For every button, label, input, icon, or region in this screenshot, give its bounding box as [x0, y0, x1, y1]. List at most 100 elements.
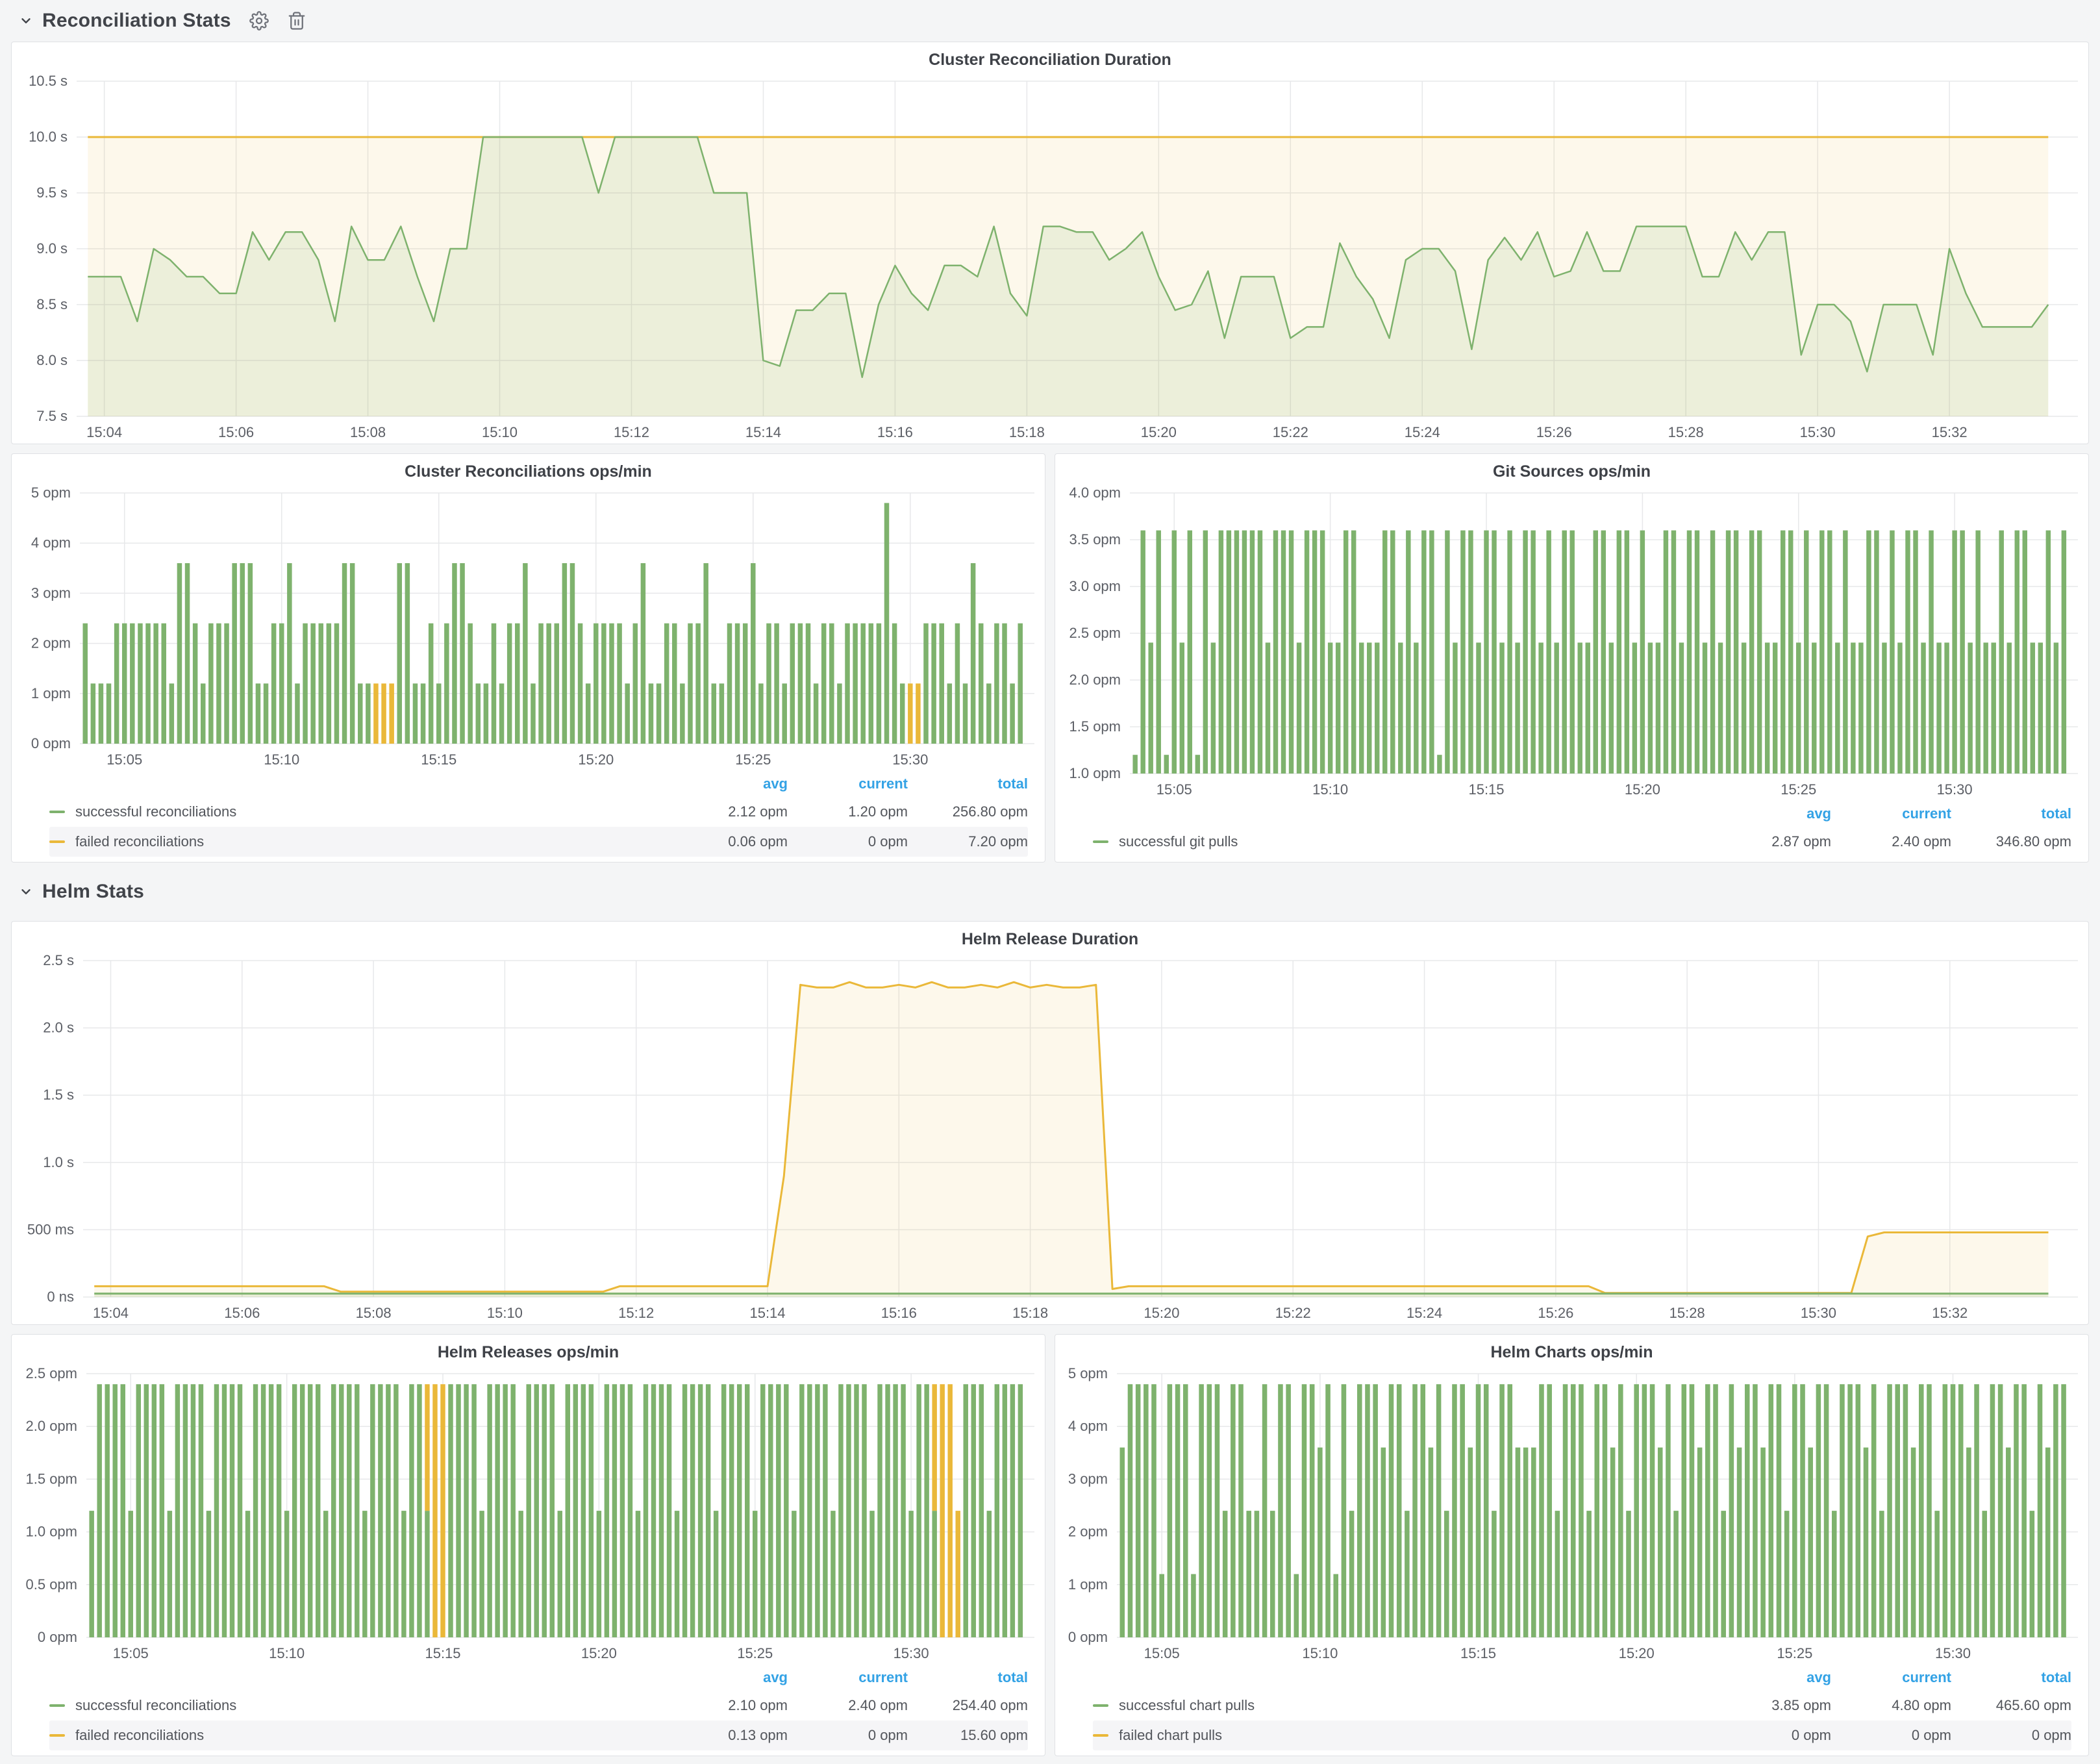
- x-axis-tick-label: 15:05: [106, 751, 142, 768]
- x-axis-tick-label: 15:32: [1932, 424, 1968, 440]
- legend-sort-total[interactable]: total: [908, 775, 1028, 792]
- legend-sort-current[interactable]: current: [788, 1669, 908, 1686]
- series-label[interactable]: failed reconciliations: [75, 833, 668, 850]
- gear-icon[interactable]: [249, 11, 269, 31]
- series-label[interactable]: successful reconciliations: [75, 1697, 668, 1714]
- series-label[interactable]: successful git pulls: [1119, 833, 1711, 850]
- cluster-reconciliations-chart[interactable]: 0 opm1 opm2 opm3 opm4 opm5 opm15:0515:10…: [12, 486, 1045, 771]
- legend-sort-current[interactable]: current: [788, 775, 908, 792]
- x-axis-tick-label: 15:12: [614, 424, 649, 440]
- x-axis-tick-label: 15:25: [1777, 1645, 1812, 1661]
- legend-row[interactable]: successful reconciliations2.10 opm2.40 o…: [49, 1691, 1028, 1720]
- legend-sort-total[interactable]: total: [908, 1669, 1028, 1686]
- trash-icon[interactable]: [287, 11, 306, 31]
- series-label[interactable]: successful chart pulls: [1119, 1697, 1711, 1714]
- x-axis-tick-label: 15:05: [1156, 781, 1192, 798]
- section-header-helm-stats[interactable]: Helm Stats: [11, 863, 2089, 921]
- x-axis-tick-label: 15:30: [892, 751, 928, 768]
- series-color-dash-icon: [1093, 1734, 1108, 1737]
- x-axis-tick-label: 15:04: [93, 1305, 129, 1321]
- panel-title[interactable]: Cluster Reconciliation Duration: [12, 42, 2088, 75]
- legend-sort-current[interactable]: current: [1831, 805, 1951, 822]
- legend-sort-avg[interactable]: avg: [668, 775, 788, 792]
- legend-sort-current[interactable]: current: [1831, 1669, 1951, 1686]
- y-axis-tick-label: 9.5 s: [36, 184, 68, 201]
- panel-title[interactable]: Helm Release Duration: [12, 922, 2088, 954]
- y-axis-tick-label: 0 opm: [38, 1629, 77, 1645]
- x-axis-tick-label: 15:16: [877, 424, 913, 440]
- legend-row[interactable]: successful chart pulls3.85 opm4.80 opm46…: [1093, 1691, 2071, 1720]
- helm-releases-chart[interactable]: 0 opm0.5 opm1.0 opm1.5 opm2.0 opm2.5 opm…: [12, 1367, 1045, 1665]
- x-axis-tick-label: 15:20: [1144, 1305, 1179, 1321]
- y-axis-tick-label: 1.0 s: [43, 1154, 74, 1170]
- x-axis-tick-label: 15:06: [224, 1305, 260, 1321]
- x-axis-tick-label: 15:08: [356, 1305, 392, 1321]
- y-axis-tick-label: 3.0 opm: [1069, 578, 1121, 594]
- x-axis-tick-label: 15:15: [425, 1645, 460, 1661]
- series-current-value: 0 opm: [788, 1727, 908, 1744]
- legend-row[interactable]: successful reconciliations2.12 opm1.20 o…: [49, 797, 1028, 827]
- y-axis-tick-label: 1.5 opm: [1069, 718, 1121, 735]
- section-title: Helm Stats: [42, 881, 144, 903]
- series-label[interactable]: failed chart pulls: [1119, 1727, 1711, 1744]
- panel-title[interactable]: Helm Releases ops/min: [12, 1335, 1045, 1367]
- legend-header: avgcurrenttotal: [1093, 801, 2071, 827]
- legend-row[interactable]: failed chart pulls0 opm0 opm0 opm: [1093, 1720, 2071, 1750]
- chevron-down-icon: [19, 14, 33, 28]
- y-axis-tick-label: 2 opm: [1068, 1524, 1108, 1540]
- x-axis-tick-label: 15:25: [735, 751, 771, 768]
- panel-title[interactable]: Git Sources ops/min: [1055, 454, 2088, 486]
- legend-header: avgcurrenttotal: [1093, 1665, 2071, 1691]
- y-axis-tick-label: 2.0 opm: [26, 1418, 78, 1434]
- x-axis-tick-label: 15:10: [487, 1305, 523, 1321]
- y-axis-tick-label: 0 ns: [47, 1289, 74, 1305]
- series-avg-value: 2.10 opm: [668, 1697, 788, 1714]
- x-axis-tick-label: 15:20: [1141, 424, 1177, 440]
- legend-row[interactable]: successful git pulls2.87 opm2.40 opm346.…: [1093, 827, 2071, 857]
- helm-release-duration-chart[interactable]: 0 ns500 ms1.0 s1.5 s2.0 s2.5 s15:0415:06…: [12, 954, 2088, 1324]
- x-axis-tick-label: 15:18: [1009, 424, 1045, 440]
- x-axis-tick-label: 15:10: [1312, 781, 1348, 798]
- legend-row[interactable]: failed reconciliations0.06 opm0 opm7.20 …: [49, 827, 1028, 857]
- y-axis-tick-label: 5 opm: [31, 486, 71, 501]
- y-axis-tick-label: 8.0 s: [36, 352, 68, 368]
- helm-charts-chart[interactable]: 0 opm1 opm2 opm3 opm4 opm5 opm15:0515:10…: [1055, 1367, 2088, 1665]
- x-axis-tick-label: 15:10: [269, 1645, 305, 1661]
- x-axis-tick-label: 15:14: [745, 424, 781, 440]
- legend-sort-total[interactable]: total: [1951, 805, 2071, 822]
- y-axis-tick-label: 9.0 s: [36, 240, 68, 257]
- x-axis-tick-label: 15:10: [482, 424, 518, 440]
- x-axis-tick-label: 15:20: [1619, 1645, 1655, 1661]
- y-axis-tick-label: 1.5 opm: [26, 1470, 78, 1487]
- series-current-value: 2.40 opm: [788, 1697, 908, 1714]
- legend-sort-avg[interactable]: avg: [1711, 1669, 1831, 1686]
- legend-row[interactable]: failed reconciliations0.13 opm0 opm15.60…: [49, 1720, 1028, 1750]
- series-total-value: 0 opm: [1951, 1727, 2071, 1744]
- series-label[interactable]: successful reconciliations: [75, 803, 668, 820]
- legend-sort-avg[interactable]: avg: [1711, 805, 1831, 822]
- panel-helm-releases-opm: Helm Releases ops/min 0 opm0.5 opm1.0 op…: [11, 1334, 1045, 1756]
- x-axis-tick-label: 15:30: [1935, 1645, 1971, 1661]
- y-axis-tick-label: 2.5 s: [43, 954, 74, 968]
- git-sources-chart[interactable]: 1.0 opm1.5 opm2.0 opm2.5 opm3.0 opm3.5 o…: [1055, 486, 2088, 801]
- x-axis-tick-label: 15:30: [1937, 781, 1973, 798]
- cluster-reconciliation-duration-chart[interactable]: 7.5 s8.0 s8.5 s9.0 s9.5 s10.0 s10.5 s15:…: [12, 75, 2088, 444]
- x-axis-tick-label: 15:26: [1538, 1305, 1573, 1321]
- y-axis-tick-label: 3 opm: [1068, 1470, 1108, 1487]
- series-color-dash-icon: [1093, 840, 1108, 843]
- panel-title[interactable]: Helm Charts ops/min: [1055, 1335, 2088, 1367]
- section-header-reconciliation-stats[interactable]: Reconciliation Stats: [11, 0, 2089, 42]
- chart-canvas: 7.5 s8.0 s8.5 s9.0 s9.5 s10.0 s10.5 s15:…: [12, 75, 2088, 444]
- legend-sort-total[interactable]: total: [1951, 1669, 2071, 1686]
- y-axis-tick-label: 1.0 opm: [1069, 765, 1121, 781]
- legend-header: avgcurrenttotal: [49, 771, 1028, 797]
- series-label[interactable]: failed reconciliations: [75, 1727, 668, 1744]
- legend-header: avgcurrenttotal: [49, 1665, 1028, 1691]
- row-reconciliation-bars: Cluster Reconciliations ops/min 0 opm1 o…: [11, 453, 2089, 863]
- chart-canvas: 0 ns500 ms1.0 s1.5 s2.0 s2.5 s15:0415:06…: [12, 954, 2088, 1324]
- panel-title[interactable]: Cluster Reconciliations ops/min: [12, 454, 1045, 486]
- legend-sort-avg[interactable]: avg: [668, 1669, 788, 1686]
- series-color-dash-icon: [49, 840, 65, 843]
- row-helm-bars: Helm Releases ops/min 0 opm0.5 opm1.0 op…: [11, 1334, 2089, 1756]
- y-axis-tick-label: 1.0 opm: [26, 1524, 78, 1540]
